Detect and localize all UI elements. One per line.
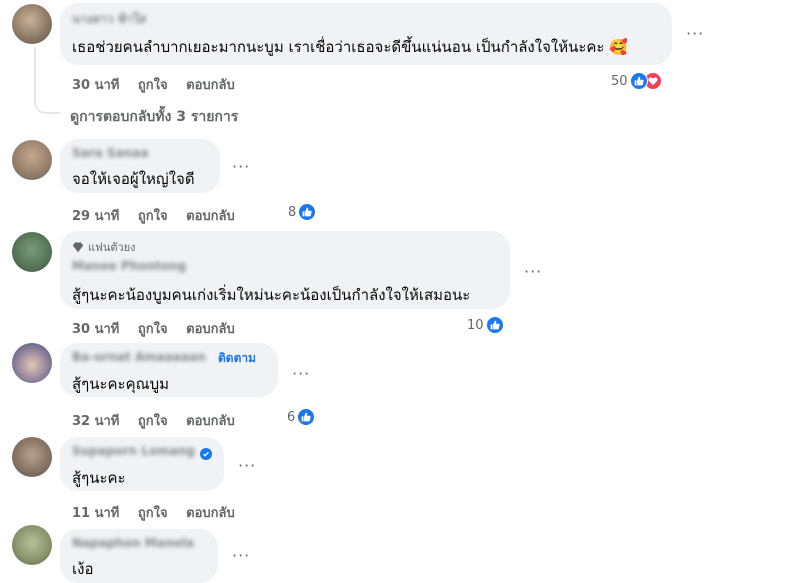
comment-timestamp[interactable]: 32 นาที: [72, 414, 119, 429]
comment-text: สู้ๆนะคะคุณบูม: [72, 375, 169, 393]
comment-text: เธอช่วยคนลำบากเยอะมากนะบูม เราเชื่อว่าเธ…: [72, 38, 605, 56]
avatar[interactable]: [12, 140, 52, 180]
comment-actions: 11 นาที ถูกใจ ตอบกลับ: [72, 502, 249, 523]
reply-button[interactable]: ตอบกลับ: [186, 78, 235, 93]
avatar[interactable]: [12, 4, 52, 44]
reply-button[interactable]: ตอบกลับ: [186, 506, 235, 521]
comment-text: สู้ๆนะคะน้องบูมคนเก่งเริ่มใหม่นะคะน้องเป…: [72, 286, 471, 304]
more-options-button[interactable]: ···: [232, 157, 250, 176]
reaction-summary[interactable]: 50: [611, 72, 662, 90]
comment-bubble: นางสาว ฟ้าใส เธอช่วยคนลำบากเยอะมากนะบูม …: [60, 3, 672, 65]
reply-button[interactable]: ตอบกลับ: [186, 209, 235, 224]
comment-actions: 30 นาที ถูกใจ ตอบกลับ: [72, 74, 249, 95]
like-button[interactable]: ถูกใจ: [138, 506, 168, 521]
avatar[interactable]: [12, 343, 52, 383]
like-icon: [629, 72, 648, 90]
like-button[interactable]: ถูกใจ: [138, 209, 168, 224]
more-options-button[interactable]: ···: [292, 364, 310, 383]
comment-author[interactable]: นางสาว ฟ้าใส: [72, 10, 146, 29]
comment-author[interactable]: Manee Phontong: [72, 259, 186, 273]
reaction-count: 8: [288, 204, 297, 220]
like-button[interactable]: ถูกใจ: [138, 414, 168, 429]
top-fan-badge: แฟนตัวยง: [72, 238, 136, 256]
reply-button[interactable]: ตอบกลับ: [186, 322, 235, 337]
reply-thread-line: [34, 46, 36, 94]
more-options-button[interactable]: ···: [686, 24, 704, 43]
like-icon: [298, 203, 317, 221]
like-button[interactable]: ถูกใจ: [138, 78, 168, 93]
like-icon: [485, 316, 504, 334]
comment-author[interactable]: Napaphon Manola: [72, 536, 194, 550]
comment-bubble: แฟนตัวยง Manee Phontong สู้ๆนะคะน้องบูมค…: [60, 231, 510, 309]
top-fan-label: แฟนตัวยง: [88, 241, 136, 254]
comment-timestamp[interactable]: 30 นาที: [72, 322, 119, 337]
avatar[interactable]: [12, 525, 52, 565]
reaction-count: 50: [611, 73, 628, 89]
comment-actions: 32 นาที ถูกใจ ตอบกลับ: [72, 410, 249, 431]
diamond-icon: [72, 242, 84, 253]
view-replies-link[interactable]: ดูการตอบกลับทั้ง 3 รายการ: [70, 106, 238, 128]
more-options-button[interactable]: ···: [232, 546, 250, 565]
comment-bubble: Napaphon Manola เง้อ: [60, 529, 218, 583]
comment-bubble: Supaporn Lomang สู้ๆนะคะ: [60, 437, 224, 491]
comment-timestamp[interactable]: 29 นาที: [72, 209, 119, 224]
comment-author[interactable]: Ba-ornat Amaaaaan: [72, 350, 206, 364]
comment-timestamp[interactable]: 30 นาที: [72, 78, 119, 93]
follow-button[interactable]: ติดตาม: [218, 349, 256, 368]
avatar[interactable]: [12, 437, 52, 477]
reaction-summary[interactable]: 6: [287, 408, 316, 426]
comment-text: สู้ๆนะคะ: [72, 469, 126, 487]
comment-actions: 30 นาที ถูกใจ ตอบกลับ: [72, 318, 249, 339]
more-options-button[interactable]: ···: [238, 456, 256, 475]
comment-text: เง้อ: [72, 560, 94, 578]
comment-bubble: Ba-ornat Amaaaaan ติดตาม สู้ๆนะคะคุณบูม: [60, 343, 278, 397]
comment-timestamp[interactable]: 11 นาที: [72, 506, 119, 521]
more-options-button[interactable]: ···: [524, 262, 542, 281]
comment-author[interactable]: Sara Sanaa: [72, 146, 148, 160]
comment-bubble: Sara Sanaa จอให้เจอผู้ใหญ่ใจดี: [60, 139, 220, 193]
like-icon: [297, 408, 316, 426]
avatar[interactable]: [12, 232, 52, 272]
comment-author[interactable]: Supaporn Lomang: [72, 444, 195, 458]
verified-badge-icon: [200, 448, 212, 460]
comment-actions: 29 นาที ถูกใจ ตอบกลับ: [72, 205, 249, 226]
emoji-smiling-hearts: 🥰: [609, 38, 628, 56]
reaction-count: 6: [287, 409, 296, 425]
like-button[interactable]: ถูกใจ: [138, 322, 168, 337]
reaction-count: 10: [467, 317, 484, 333]
comment-text: จอให้เจอผู้ใหญ่ใจดี: [72, 170, 195, 188]
reply-thread-curve: [34, 92, 60, 114]
reaction-summary[interactable]: 10: [467, 316, 504, 334]
reaction-summary[interactable]: 8: [288, 203, 317, 221]
reply-button[interactable]: ตอบกลับ: [186, 414, 235, 429]
